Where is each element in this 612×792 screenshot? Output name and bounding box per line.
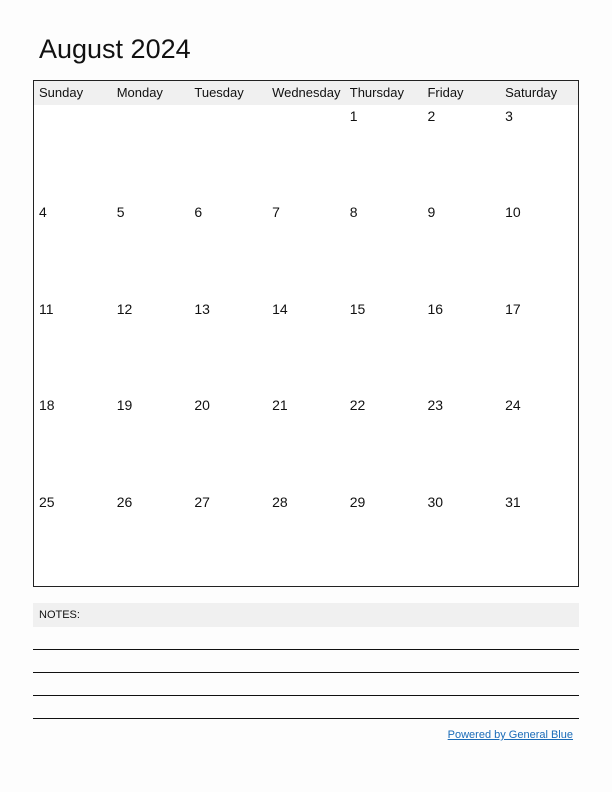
day-cell: 21	[272, 397, 288, 414]
week-row: 25 26 27 28 29 30 31	[34, 491, 578, 587]
day-cell: 27	[194, 493, 210, 510]
calendar-grid: Sunday Monday Tuesday Wednesday Thursday…	[33, 80, 579, 587]
day-cell: 14	[272, 300, 288, 317]
day-cell: 25	[39, 493, 55, 510]
day-cell	[267, 105, 345, 201]
day-cell: 1	[349, 108, 358, 124]
day-cell: 4	[39, 204, 47, 221]
day-cell: 2	[427, 108, 436, 124]
day-cell	[34, 105, 112, 201]
weekday-sunday: Sunday	[39, 85, 84, 100]
page-title: August 2024	[39, 34, 191, 64]
day-cell: 3	[505, 108, 513, 124]
weekday-saturday: Saturday	[505, 85, 558, 100]
day-cell: 11	[39, 300, 54, 317]
weekday-header: Sunday Monday Tuesday Wednesday Thursday…	[34, 81, 578, 105]
day-cell: 18	[39, 397, 55, 414]
day-cell	[112, 105, 190, 201]
day-cell: 24	[505, 397, 521, 414]
day-cell: 5	[116, 204, 125, 221]
day-cell: 7	[272, 204, 280, 221]
powered-by-link[interactable]: Powered by General Blue	[448, 729, 573, 741]
day-cell: 26	[116, 493, 133, 510]
weekday-monday: Monday	[116, 85, 163, 100]
day-cell: 15	[349, 300, 366, 317]
day-cell: 30	[427, 493, 444, 510]
week-row: 18 19 20 21 22 23 24	[34, 394, 578, 490]
day-cell	[189, 105, 267, 201]
day-cell: 22	[349, 397, 366, 414]
day-cell: 13	[194, 300, 210, 317]
day-cell: 10	[505, 204, 521, 221]
day-cell: 9	[427, 204, 436, 221]
day-cell: 8	[349, 204, 358, 221]
day-cell: 17	[505, 300, 521, 317]
weeks: 1 2 3 4 5 6 7 8 9 10 11 12 13 14 15 16 1…	[34, 105, 578, 587]
weekday-tuesday: Tuesday	[194, 85, 244, 100]
week-row: 1 2 3	[34, 105, 578, 201]
day-cell: 31	[505, 493, 521, 510]
day-cell: 12	[116, 300, 133, 317]
weekday-thursday: Thursday	[349, 85, 404, 100]
day-cell: 19	[116, 397, 133, 414]
day-cell: 28	[272, 493, 288, 510]
notes-line	[33, 672, 579, 673]
week-row: 11 12 13 14 15 16 17	[34, 298, 578, 394]
weekday-wednesday: Wednesday	[272, 85, 341, 100]
day-cell: 6	[194, 204, 203, 221]
notes-line	[33, 718, 579, 719]
weekday-friday: Friday	[427, 85, 464, 100]
day-cell: 23	[427, 397, 444, 414]
week-row: 4 5 6 7 8 9 10	[34, 201, 578, 297]
notes-label: NOTES:	[33, 603, 579, 627]
day-cell: 20	[194, 397, 210, 414]
notes-line	[33, 649, 579, 650]
day-cell: 29	[349, 493, 366, 510]
day-cell: 16	[427, 300, 444, 317]
notes-line	[33, 695, 579, 696]
